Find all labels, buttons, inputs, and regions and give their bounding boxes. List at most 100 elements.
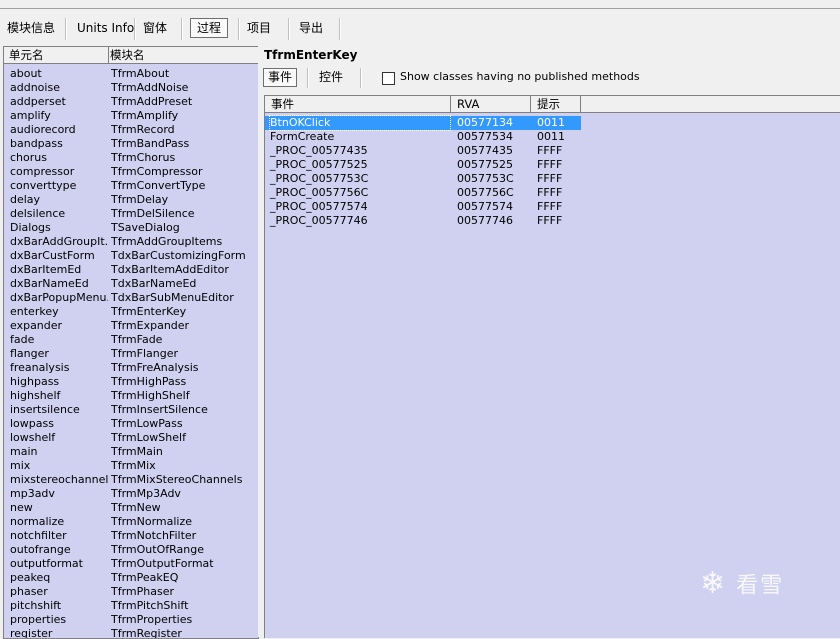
- show-unpublished-checkbox[interactable]: [382, 72, 395, 85]
- list-item[interactable]: about TfrmAbout: [4, 67, 258, 81]
- unit-name-cell: pitchshift: [10, 599, 62, 612]
- subtab-controls[interactable]: 控件: [315, 66, 347, 88]
- subtab-events[interactable]: 事件: [263, 68, 298, 87]
- list-item[interactable]: expander TfrmExpander: [4, 319, 258, 333]
- unit-name-cell: properties: [10, 613, 67, 626]
- module-name-cell: TfrmHighPass: [111, 375, 187, 388]
- module-name-cell: TfrmFlanger: [111, 347, 179, 360]
- column-header-hint[interactable]: 提示: [531, 96, 581, 112]
- list-item[interactable]: properties TfrmProperties: [4, 613, 258, 627]
- list-item[interactable]: addnoise TfrmAddNoise: [4, 81, 258, 95]
- column-header-module-name[interactable]: 模块名: [105, 47, 258, 63]
- list-item[interactable]: notchfilter TfrmNotchFilter: [4, 529, 258, 543]
- tab-forms[interactable]: 窗体: [137, 16, 173, 40]
- table-row[interactable]: BtnOKClick 00577134 0011: [265, 115, 581, 131]
- list-item[interactable]: normalize TfrmNormalize: [4, 515, 258, 529]
- table-row[interactable]: _PROC_0057753C 0057753C FFFF: [265, 172, 581, 186]
- list-item[interactable]: chorus TfrmChorus: [4, 151, 258, 165]
- units-list-body: about TfrmAbout addnoise TfrmAddNoise addper…: [4, 64, 258, 638]
- unit-name-cell: audiorecord: [10, 123, 76, 136]
- list-item[interactable]: pitchshift TfrmPitchShift: [4, 599, 258, 613]
- unit-name-cell: flanger: [10, 347, 49, 360]
- table-row[interactable]: _PROC_00577435 00577435 FFFF: [265, 144, 581, 158]
- main-tab-bar: 模块信息 Units Info 窗体 过程 项目 导出: [0, 16, 840, 42]
- list-item[interactable]: peakeq TfrmPeakEQ: [4, 571, 258, 585]
- list-item[interactable]: mix TfrmMix: [4, 459, 258, 473]
- list-item[interactable]: new TfrmNew: [4, 501, 258, 515]
- tab-export[interactable]: 导出: [293, 16, 329, 40]
- show-unpublished-label[interactable]: Show classes having no published methods: [400, 70, 640, 83]
- table-row[interactable]: _PROC_00577574 00577574 FFFF: [265, 200, 581, 214]
- column-header-unit-name[interactable]: 单元名: [4, 47, 109, 63]
- module-name-cell: TfrmMix: [111, 459, 156, 472]
- subtab-separator: [307, 68, 309, 88]
- unit-name-cell: mix: [10, 459, 31, 472]
- list-item[interactable]: enterkey TfrmEnterKey: [4, 305, 258, 319]
- list-item[interactable]: phaser TfrmPhaser: [4, 585, 258, 599]
- unit-name-cell: dxBarPopupMenu...: [10, 291, 108, 304]
- list-item[interactable]: converttype TfrmConvertType: [4, 179, 258, 193]
- tab-module-info[interactable]: 模块信息: [1, 16, 61, 40]
- rva-cell: 0057753C: [457, 172, 514, 185]
- tab-procedures[interactable]: 过程: [190, 18, 229, 38]
- column-header-rva[interactable]: RVA: [451, 96, 531, 112]
- list-item[interactable]: dxBarAddGroupIt... TfrmAddGroupItems: [4, 235, 258, 249]
- unit-name-cell: dxBarItemEd: [10, 263, 82, 276]
- event-name-cell: _PROC_0057753C: [270, 172, 369, 185]
- list-item[interactable]: register TfrmRegister: [4, 627, 258, 638]
- unit-name-cell: dxBarNameEd: [10, 277, 89, 290]
- list-item[interactable]: lowpass TfrmLowPass: [4, 417, 258, 431]
- list-item[interactable]: addperset TfrmAddPreset: [4, 95, 258, 109]
- list-item[interactable]: compressor TfrmCompressor: [4, 165, 258, 179]
- list-item[interactable]: dxBarCustForm TdxBarCustomizingForm: [4, 249, 258, 263]
- hint-cell: 0011: [537, 116, 565, 129]
- list-item[interactable]: delsilence TfrmDelSilence: [4, 207, 258, 221]
- list-item[interactable]: bandpass TfrmBandPass: [4, 137, 258, 151]
- table-row[interactable]: _PROC_00577525 00577525 FFFF: [265, 158, 581, 172]
- module-name-cell: TfrmMixStereoChannels: [111, 473, 243, 486]
- list-item[interactable]: amplify TfrmAmplify: [4, 109, 258, 123]
- table-row[interactable]: FormCreate 00577534 0011: [265, 130, 581, 144]
- unit-name-cell: dxBarAddGroupIt...: [10, 235, 108, 248]
- event-name-cell: _PROC_00577746: [270, 214, 368, 227]
- events-list-body: BtnOKClick 00577134 0011 FormCreate 00577534…: [265, 113, 840, 228]
- tab-units-info[interactable]: Units Info: [71, 16, 140, 40]
- list-item[interactable]: outputformat TfrmOutputFormat: [4, 557, 258, 571]
- tab-project[interactable]: 项目: [241, 16, 277, 40]
- list-item[interactable]: mixstereochannels TfrmMixStereoChannels: [4, 473, 258, 487]
- list-item[interactable]: audiorecord TfrmRecord: [4, 123, 258, 137]
- unit-name-cell: freanalysis: [10, 361, 70, 374]
- units-list[interactable]: 单元名 模块名 about TfrmAbout addnoise TfrmAddNoi…: [3, 46, 259, 639]
- hint-cell: FFFF: [537, 186, 563, 199]
- list-item[interactable]: insertsilence TfrmInsertSilence: [4, 403, 258, 417]
- list-item[interactable]: flanger TfrmFlanger: [4, 347, 258, 361]
- module-name-cell: TfrmAddGroupItems: [111, 235, 223, 248]
- list-item[interactable]: lowshelf TfrmLowShelf: [4, 431, 258, 445]
- list-item[interactable]: fade TfrmFade: [4, 333, 258, 347]
- column-header-event[interactable]: 事件: [265, 96, 451, 112]
- table-row[interactable]: _PROC_0057756C 0057756C FFFF: [265, 186, 581, 200]
- unit-name-cell: addnoise: [10, 81, 60, 94]
- list-item[interactable]: highshelf TfrmHighShelf: [4, 389, 258, 403]
- list-item[interactable]: mp3adv TfrmMp3Adv: [4, 487, 258, 501]
- unit-name-cell: highpass: [10, 375, 60, 388]
- list-item[interactable]: freanalysis TfrmFreAnalysis: [4, 361, 258, 375]
- list-item[interactable]: main TfrmMain: [4, 445, 258, 459]
- units-list-header: 单元名 模块名: [4, 47, 258, 64]
- list-item[interactable]: outofrange TfrmOutOfRange: [4, 543, 258, 557]
- module-name-cell: TfrmEnterKey: [111, 305, 187, 318]
- list-item[interactable]: delay TfrmDelay: [4, 193, 258, 207]
- events-list[interactable]: 事件 RVA 提示 BtnOKClick 00577134 0011 FormCrea…: [264, 95, 840, 638]
- unit-name-cell: highshelf: [10, 389, 61, 402]
- module-name-cell: TfrmPitchShift: [111, 599, 189, 612]
- list-item[interactable]: dxBarNameEd TdxBarNameEd: [4, 277, 258, 291]
- pane-splitter[interactable]: [258, 46, 262, 637]
- list-item[interactable]: highpass TfrmHighPass: [4, 375, 258, 389]
- list-item[interactable]: dxBarItemEd TdxBarItemAddEditor: [4, 263, 258, 277]
- event-name-cell: BtnOKClick: [269, 115, 451, 131]
- list-item[interactable]: Dialogs TSaveDialog: [4, 221, 258, 235]
- unit-name-cell: converttype: [10, 179, 77, 192]
- list-item[interactable]: dxBarPopupMenu... TdxBarSubMenuEditor: [4, 291, 258, 305]
- table-row[interactable]: _PROC_00577746 00577746 FFFF: [265, 214, 581, 228]
- module-name-cell: TfrmChorus: [111, 151, 176, 164]
